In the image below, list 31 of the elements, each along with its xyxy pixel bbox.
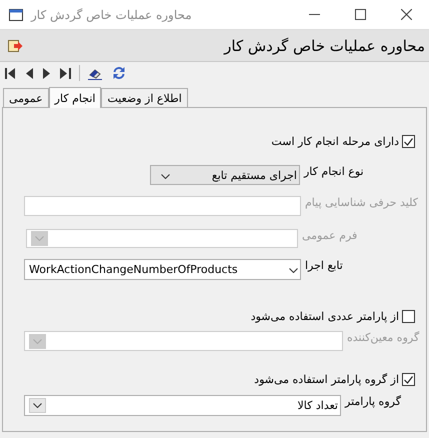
field-label: کلید حرفی شناسایی پیام: [305, 196, 418, 209]
window-icon: [9, 8, 23, 20]
field-label: تابع اجرا: [305, 259, 343, 272]
tab[interactable]: عمومی: [3, 88, 49, 107]
field-label: گروه پارامتر: [345, 395, 401, 408]
field-label: فرم عمومی: [302, 229, 358, 242]
checkbox[interactable]: [402, 135, 415, 148]
maximize-icon[interactable]: [354, 9, 366, 20]
tab[interactable]: انجام کار: [48, 87, 102, 108]
minimize-icon[interactable]: [308, 14, 320, 15]
field-label: گروه معین‌کننده: [347, 331, 420, 344]
last-record-icon[interactable]: [60, 68, 71, 78]
close-icon[interactable]: [400, 9, 412, 20]
dropdown[interactable]: اجرای مستقیم تابع: [150, 165, 300, 185]
tab[interactable]: اطلاع از وضعیت: [101, 88, 188, 107]
dialog-title: محاوره عملیات خاص گردش کار: [224, 36, 425, 54]
eraser-icon[interactable]: [88, 66, 102, 80]
exit-icon[interactable]: [8, 40, 23, 52]
field-label: نوع انجام کار: [304, 165, 364, 178]
refresh-icon[interactable]: [112, 66, 126, 80]
checkbox-label: از پارامتر عددی استفاده می‌شود: [250, 310, 399, 323]
checkbox-label: از گروه پارامتر استفاده می‌شود: [254, 373, 399, 386]
dropdown[interactable]: WorkActionChangeNumberOfProducts: [24, 259, 301, 280]
previous-icon[interactable]: [26, 68, 33, 78]
checkbox[interactable]: [402, 373, 415, 386]
dropdown[interactable]: تعداد کالا: [24, 395, 341, 416]
checkbox-label: دارای مرحله انجام کار است: [271, 135, 399, 148]
first-record-icon[interactable]: [5, 68, 16, 78]
checkbox[interactable]: [402, 310, 415, 323]
window-title: محاوره عملیات خاص گردش کار: [31, 8, 192, 22]
next-icon[interactable]: [43, 68, 50, 78]
